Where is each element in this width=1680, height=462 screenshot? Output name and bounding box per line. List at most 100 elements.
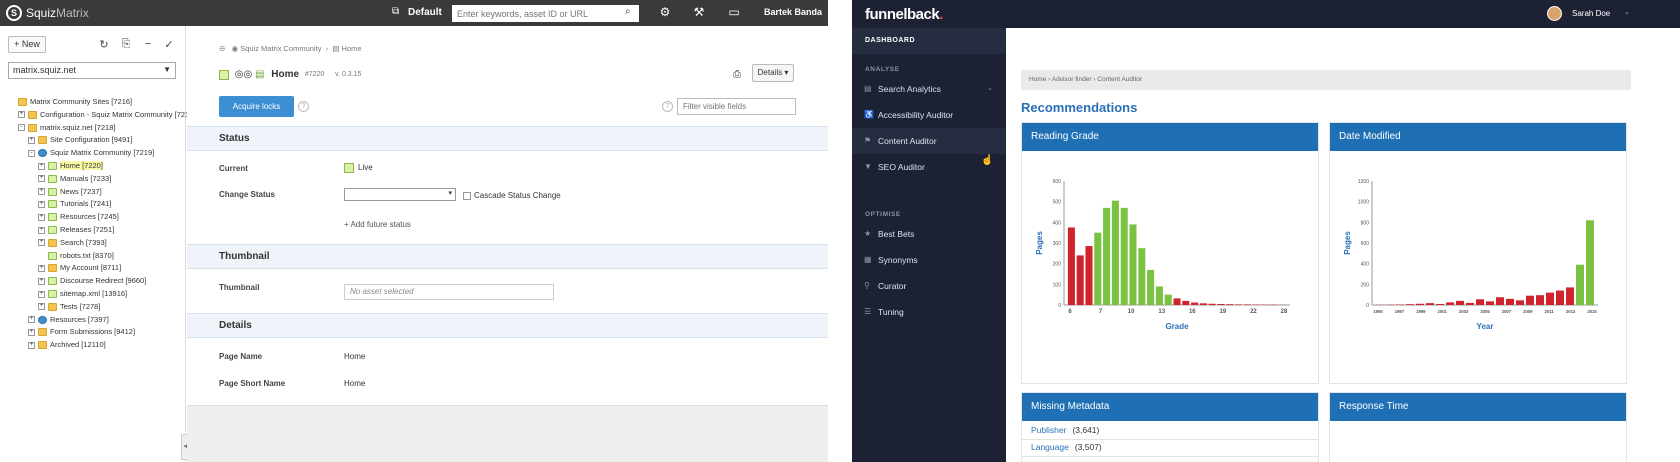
details-dropdown[interactable]: Details ▾: [752, 64, 794, 82]
page-name-value[interactable]: Home: [344, 352, 365, 361]
tree-item-label: Resources [7245]: [60, 212, 119, 222]
expand-icon[interactable]: +: [38, 200, 45, 208]
context-icon[interactable]: ⧉: [392, 6, 399, 17]
response-time-panel: Response Time: [1329, 392, 1627, 462]
search-icon[interactable]: ⌕: [625, 6, 631, 17]
tuning-icon: ☰: [864, 307, 872, 316]
user-name[interactable]: Sarah Doe: [1572, 9, 1610, 18]
home-icon[interactable]: ⊖: [219, 44, 225, 53]
collapse-icon[interactable]: -: [28, 149, 35, 157]
expand-icon[interactable]: +: [38, 290, 45, 298]
help-icon[interactable]: ?: [298, 101, 309, 112]
tree-item[interactable]: + Resources [7245]: [38, 211, 119, 223]
expand-icon[interactable]: +: [18, 111, 25, 119]
squiz-top-bar: S SquizMatrix ⧉ Default ⌕ ⚙ ⚒ ▭ Bartek B…: [0, 0, 828, 26]
refresh-icon[interactable]: ↻: [97, 38, 111, 51]
expand-icon[interactable]: +: [38, 239, 45, 247]
asset-edit-panel: ⊖ ◉ Squiz Matrix Community › ▤ Home ◎◎ ▤…: [187, 26, 828, 462]
check-icon[interactable]: ✓: [162, 38, 176, 51]
tree-item[interactable]: + Search [7393]: [38, 237, 107, 249]
nav-accessibility-auditor[interactable]: ♿ Accessibility Auditor: [852, 102, 1006, 128]
help-icon[interactable]: ?: [662, 101, 673, 112]
cascade-checkbox[interactable]: Cascade Status Change: [463, 191, 561, 200]
list-item[interactable]: Language (3,507): [1031, 442, 1102, 452]
minus-icon[interactable]: −: [141, 38, 155, 50]
expand-icon[interactable]: +: [28, 341, 35, 349]
tree-item[interactable]: + Manuals [7233]: [38, 173, 111, 185]
tree-item[interactable]: + Resources [7397]: [28, 314, 109, 326]
expand-icon[interactable]: +: [38, 162, 45, 170]
expand-icon[interactable]: +: [38, 213, 45, 221]
tree-item[interactable]: + Discourse Redirect [9660]: [38, 275, 146, 287]
list-item[interactable]: Publisher (3,641): [1031, 425, 1099, 435]
context-default[interactable]: Default: [408, 7, 442, 18]
nav-best-bets[interactable]: ★ Best Bets: [852, 221, 1006, 247]
tree-item-label: Form Submissions [9412]: [50, 327, 136, 337]
acquire-locks-button[interactable]: Acquire locks: [219, 96, 294, 117]
tree-item[interactable]: + News [7237]: [38, 186, 102, 198]
thumbnail-field[interactable]: No asset selected: [344, 284, 554, 300]
breadcrumb-item[interactable]: Squiz Matrix Community: [240, 44, 321, 53]
change-status-label: Change Status: [219, 190, 276, 199]
global-search-input[interactable]: [452, 5, 639, 22]
avatar[interactable]: [1547, 6, 1562, 21]
nav-curator[interactable]: ⚲ Curator: [852, 273, 1006, 299]
expand-icon[interactable]: +: [38, 175, 45, 183]
nav-tuning[interactable]: ☰ Tuning: [852, 299, 1006, 325]
globe-icon: [38, 315, 47, 324]
copy-icon[interactable]: ⎘: [119, 38, 133, 51]
tree-item-label: Archived [12110]: [50, 340, 106, 350]
tree-item[interactable]: + Home [7220]: [38, 160, 103, 172]
nav-search-analytics[interactable]: ▤ Search Analytics ⌄: [852, 76, 1006, 102]
expand-icon[interactable]: +: [38, 226, 45, 234]
separator: [828, 0, 852, 462]
expand-icon[interactable]: +: [38, 264, 45, 272]
tree-item[interactable]: - Squiz Matrix Community [7219]: [28, 147, 154, 159]
chevron-down-icon[interactable]: ⌄: [1624, 8, 1630, 16]
tree-item[interactable]: + Tests [7278]: [38, 301, 100, 313]
collapse-icon[interactable]: -: [18, 124, 25, 132]
expand-icon[interactable]: +: [28, 316, 35, 324]
folder-icon: [28, 123, 37, 132]
tree-item[interactable]: + Site Configuration [9491]: [28, 134, 133, 146]
tree-item[interactable]: + Configuration - Squiz Matrix Community …: [18, 109, 195, 121]
new-button[interactable]: + New: [8, 36, 46, 53]
tree-item[interactable]: + My Account [8711]: [38, 262, 121, 274]
tree-item[interactable]: + Tutorials [7241]: [38, 198, 111, 210]
tools-icon[interactable]: ⚒: [691, 5, 707, 21]
tree-item[interactable]: robots.txt [8370]: [38, 250, 114, 262]
binoculars-icon[interactable]: ◎◎: [235, 69, 252, 80]
expand-icon[interactable]: +: [28, 328, 35, 336]
expand-icon[interactable]: +: [38, 277, 45, 285]
expand-icon[interactable]: +: [38, 303, 45, 311]
missing-metadata-panel: Missing Metadata Publisher (3,641) Langua…: [1021, 392, 1319, 462]
tree-item[interactable]: Matrix Community Sites [7216]: [8, 96, 132, 108]
nav-content-auditor[interactable]: ⚑ Content Auditor: [852, 128, 1006, 154]
panel-title: Missing Metadata: [1022, 393, 1318, 421]
nav-synonyms[interactable]: ▦ Synonyms: [852, 247, 1006, 273]
expand-icon[interactable]: +: [28, 136, 35, 144]
tree-item[interactable]: - matrix.squiz.net [7218]: [18, 122, 115, 134]
tree-item[interactable]: + Archived [12110]: [28, 339, 106, 351]
breadcrumb-item[interactable]: Home: [342, 44, 362, 53]
change-status-select[interactable]: ▾: [344, 188, 456, 201]
add-future-status-link[interactable]: + Add future status: [344, 220, 411, 229]
filter-fields-input[interactable]: [677, 98, 796, 115]
section-status: Status: [187, 126, 828, 151]
page-icon: [48, 213, 57, 222]
monitor-icon[interactable]: ▭: [726, 5, 742, 21]
tree-item[interactable]: + Releases [7251]: [38, 224, 114, 236]
gear-icon[interactable]: ⚙: [657, 5, 673, 21]
site-select[interactable]: matrix.squiz.net ▼: [8, 62, 176, 79]
print-icon[interactable]: ⎙: [733, 69, 741, 80]
tree-item[interactable]: + sitemap.xml [13916]: [38, 288, 127, 300]
y-tick-label: 800: [1361, 220, 1370, 226]
page-short-name-value[interactable]: Home: [344, 379, 365, 388]
dashboard-link[interactable]: DASHBOARD: [852, 28, 1006, 54]
chart-bar: [1556, 290, 1564, 305]
user-name[interactable]: Bartek Banda: [764, 7, 822, 17]
expand-icon[interactable]: +: [38, 188, 45, 196]
y-tick-label: 500: [1053, 200, 1062, 206]
tree-item[interactable]: + Form Submissions [9412]: [28, 326, 135, 338]
breadcrumb[interactable]: Home › Advisor finder › Content Auditor: [1021, 70, 1631, 90]
